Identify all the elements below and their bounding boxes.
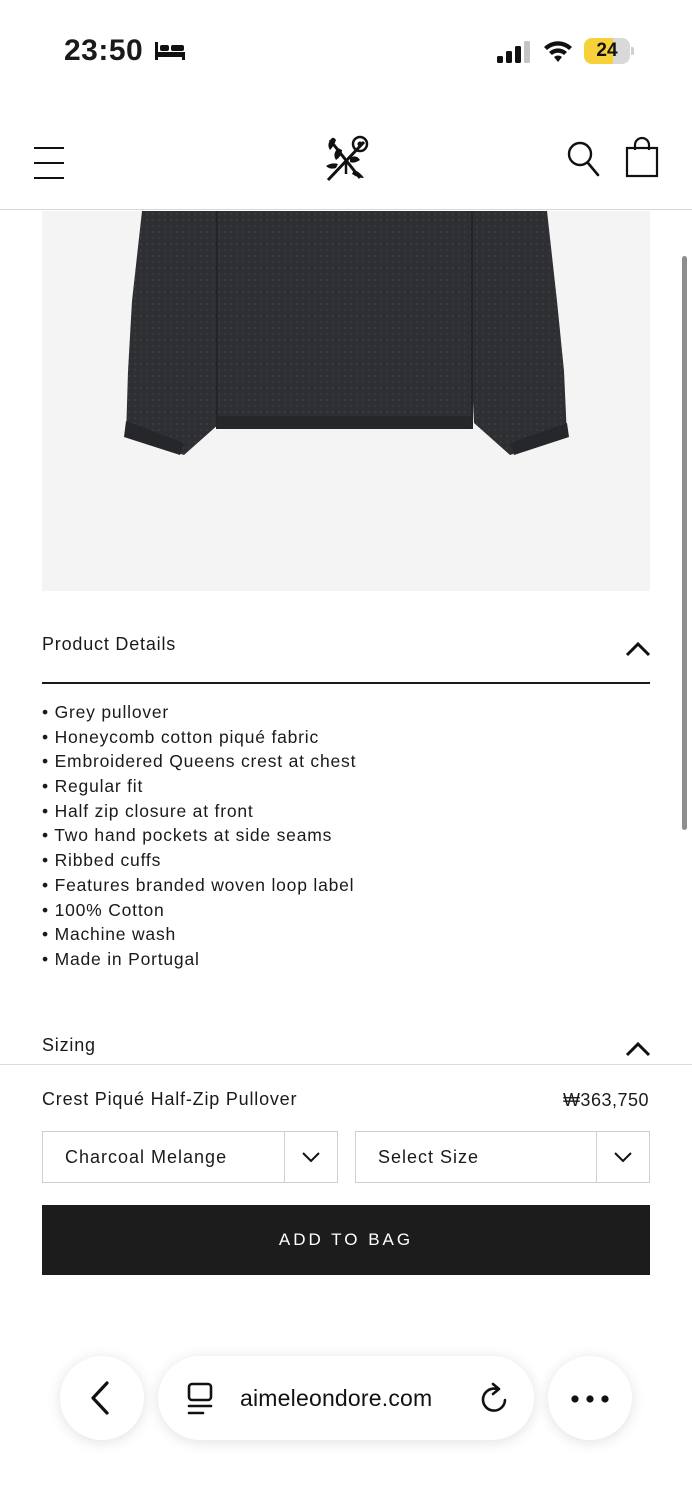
chevron-down-icon — [614, 1152, 632, 1163]
cellular-signal-icon — [497, 41, 530, 63]
list-item: • Embroidered Queens crest at chest — [42, 751, 357, 772]
status-time: 23:50 — [64, 34, 144, 67]
list-item: • Features branded woven loop label — [42, 874, 355, 895]
shopping-bag-icon[interactable] — [624, 136, 660, 178]
chevron-up-icon — [625, 1041, 651, 1057]
sizing-toggle[interactable]: Sizing — [42, 1032, 651, 1064]
product-details-list: • Grey pullover • Honeycomb cotton piqué… — [42, 700, 642, 972]
more-icon — [571, 1395, 609, 1403]
search-icon[interactable] — [566, 140, 600, 178]
list-item: • Two hand pockets at side seams — [42, 825, 333, 846]
back-button[interactable] — [60, 1356, 144, 1440]
chevron-up-icon — [625, 641, 651, 657]
battery-icon: 24 — [584, 38, 634, 64]
sizing-title: Sizing — [42, 1035, 96, 1055]
battery-level: 24 — [596, 40, 618, 61]
product-details-toggle[interactable]: Product Details — [42, 620, 651, 684]
status-bar: 23:50 24 — [0, 0, 692, 100]
list-item: • Half zip closure at front — [42, 800, 254, 821]
list-item: • Made in Portugal — [42, 948, 200, 969]
reload-icon[interactable] — [480, 1382, 510, 1414]
hamburger-menu-icon[interactable] — [34, 142, 66, 179]
product-name: Crest Piqué Half-Zip Pullover — [42, 1089, 298, 1109]
wifi-icon — [544, 41, 572, 62]
list-item: • Regular fit — [42, 776, 144, 797]
page-scrollbar[interactable] — [682, 256, 687, 830]
color-select[interactable]: Charcoal Melange — [42, 1131, 338, 1183]
browser-toolbar: aimeleondore.com — [0, 1340, 692, 1460]
add-to-bag-button[interactable]: ADD TO BAG — [42, 1205, 650, 1275]
list-item: • Machine wash — [42, 924, 177, 945]
more-button[interactable] — [548, 1356, 632, 1440]
list-item: • Honeycomb cotton piqué fabric — [42, 726, 320, 747]
back-chevron-icon — [91, 1381, 109, 1415]
address-bar[interactable]: aimeleondore.com — [158, 1356, 534, 1440]
color-select-value: Charcoal Melange — [65, 1147, 228, 1167]
list-item: • Ribbed cuffs — [42, 850, 162, 871]
aime-leon-dore-logo-icon[interactable] — [320, 134, 372, 184]
list-item: • Grey pullover — [42, 702, 170, 722]
site-header — [0, 100, 692, 210]
product-price: ₩363,750 — [562, 1090, 649, 1110]
url-text: aimeleondore.com — [240, 1385, 433, 1411]
size-select-value: Select Size — [378, 1147, 480, 1167]
product-image[interactable] — [42, 211, 650, 591]
product-details-title: Product Details — [42, 634, 177, 654]
size-select[interactable]: Select Size — [355, 1131, 650, 1183]
pullover-photo — [124, 211, 569, 455]
page-menu-icon[interactable] — [186, 1382, 214, 1416]
list-item: • 100% Cotton — [42, 899, 165, 920]
bed-icon — [155, 42, 185, 60]
chevron-down-icon — [302, 1152, 320, 1163]
